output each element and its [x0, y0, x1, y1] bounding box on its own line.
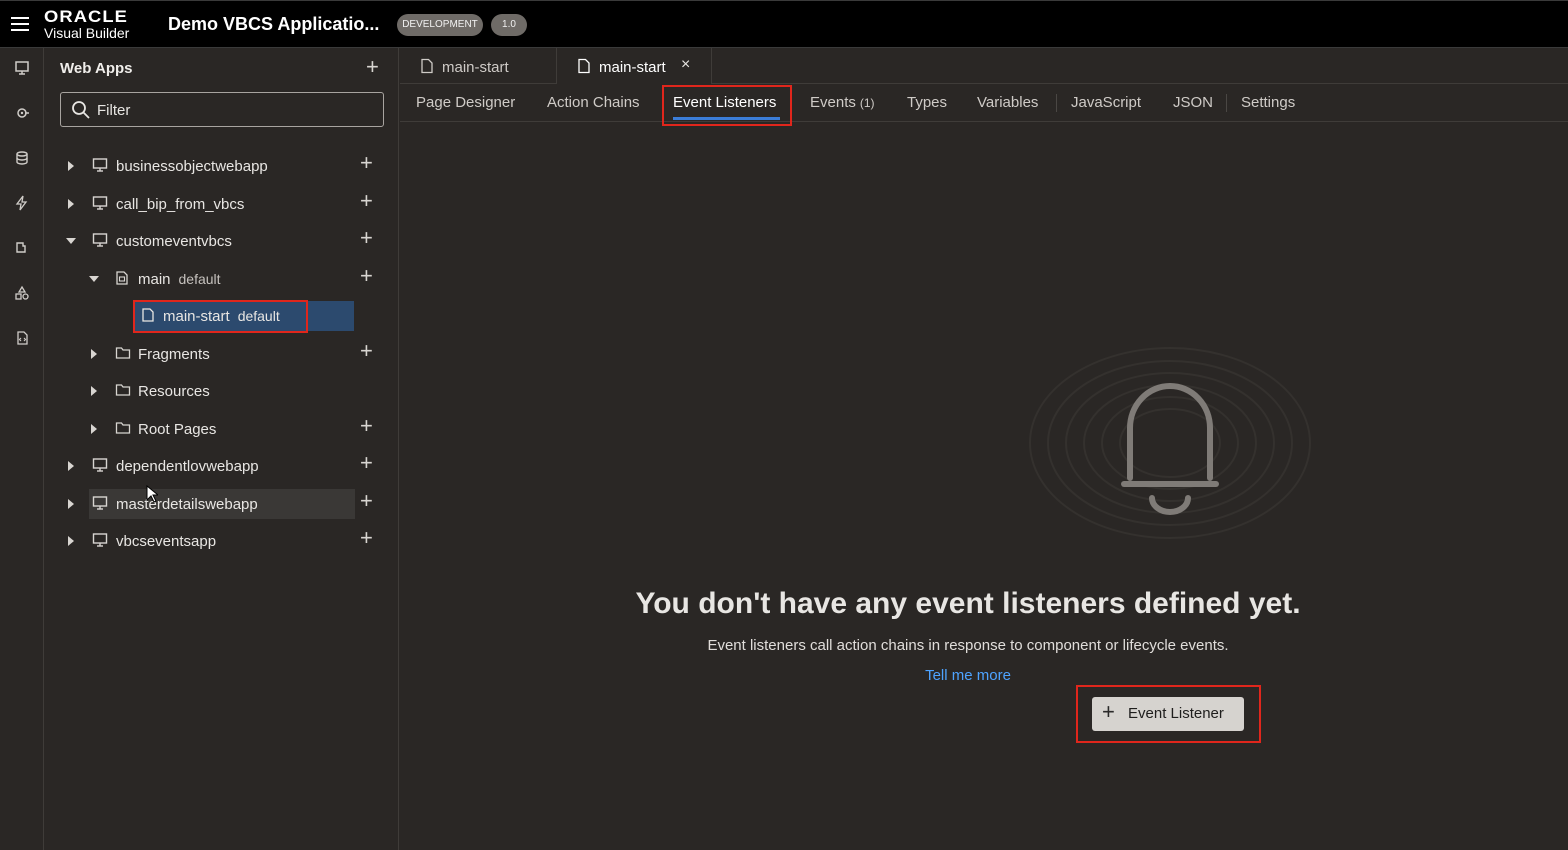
tab-action-chains[interactable]: Action Chains — [547, 94, 640, 111]
monitor-icon — [92, 158, 108, 172]
collapse-arrow-icon[interactable] — [89, 276, 99, 282]
mouse-cursor-icon — [146, 485, 158, 503]
top-bar: ORACLE Visual Builder Demo VBCS Applicat… — [0, 0, 1568, 48]
add-button[interactable]: + — [360, 413, 373, 439]
tab-types[interactable]: Types — [907, 94, 947, 111]
close-tab-icon[interactable]: × — [681, 56, 690, 74]
file-tab-main-start[interactable]: main-start — [400, 48, 557, 84]
tree-item-fragments[interactable]: Fragments + — [44, 338, 399, 369]
tree-item-vbcseventsapp[interactable]: vbcseventsapp + — [44, 525, 399, 556]
tree-item-label: Fragments — [138, 346, 210, 363]
tree-item-businessobjectwebapp[interactable]: businessobjectwebapp + — [44, 150, 399, 181]
monitor-icon — [92, 196, 108, 210]
web-apps-navigator: Web Apps + businessobjectwebapp + call_b… — [44, 48, 399, 850]
app-title[interactable]: Demo VBCS Applicatio... — [168, 14, 379, 35]
filter-field[interactable] — [60, 92, 384, 127]
monitor-icon[interactable] — [12, 60, 32, 80]
tab-separator — [1226, 94, 1227, 112]
page-icon — [578, 58, 590, 74]
tree-item-label: masterdetailswebapp — [116, 496, 258, 513]
navigator-title: Web Apps — [60, 60, 133, 77]
folder-icon — [115, 384, 131, 396]
version-badge[interactable]: 1.0 — [491, 14, 527, 36]
oracle-logo: ORACLE — [44, 7, 129, 26]
tree-item-dependentlovwebapp[interactable]: dependentlovwebapp + — [44, 450, 399, 481]
tab-json[interactable]: JSON — [1173, 94, 1213, 111]
add-button[interactable]: + — [360, 188, 373, 214]
add-button[interactable]: + — [360, 338, 373, 364]
product-name: Visual Builder — [44, 25, 130, 41]
service-icon[interactable] — [12, 105, 32, 125]
flow-icon — [116, 271, 128, 285]
page-icon — [421, 58, 433, 74]
monitor-icon — [92, 496, 108, 510]
shapes-icon[interactable] — [12, 285, 32, 305]
tab-javascript[interactable]: JavaScript — [1071, 94, 1141, 111]
highlight-box — [133, 300, 308, 333]
source-file-icon[interactable] — [12, 330, 32, 350]
hamburger-menu-icon[interactable] — [11, 17, 29, 31]
expand-arrow-icon[interactable] — [68, 499, 74, 509]
file-tabs: main-start main-start × — [400, 48, 1568, 84]
add-button[interactable]: + — [360, 450, 373, 476]
tree-item-masterdetailswebapp[interactable]: masterdetailswebapp + — [44, 488, 399, 519]
add-button[interactable]: + — [360, 225, 373, 251]
file-tab-label: main-start — [599, 59, 666, 76]
folder-icon — [115, 422, 131, 434]
editor-area: main-start main-start × Page Designer Ac… — [400, 48, 1568, 850]
file-tab-label: main-start — [442, 59, 509, 76]
expand-arrow-icon[interactable] — [68, 161, 74, 171]
lightning-icon[interactable] — [12, 195, 32, 215]
tree-item-label: businessobjectwebapp — [116, 158, 268, 175]
filter-input[interactable] — [97, 100, 377, 120]
tree-item-root-pages[interactable]: Root Pages + — [44, 413, 399, 444]
editor-sub-tabs: Page Designer Action Chains Event Listen… — [400, 84, 1568, 122]
expand-arrow-icon[interactable] — [68, 461, 74, 471]
tree-item-label: Resources — [138, 383, 210, 400]
expand-arrow-icon[interactable] — [91, 349, 97, 359]
add-button[interactable]: + — [360, 263, 373, 289]
tree-item-label: customeventvbcs — [116, 233, 232, 250]
bell-illustration-icon — [1029, 347, 1311, 539]
monitor-icon — [92, 533, 108, 547]
tree-item-label: main default — [138, 271, 221, 288]
tree-item-label: Root Pages — [138, 421, 217, 438]
environment-badge[interactable]: DEVELOPMENT — [397, 14, 483, 36]
expand-arrow-icon[interactable] — [68, 536, 74, 546]
tree-item-main[interactable]: main default + — [44, 263, 399, 294]
tree-item-customeventvbcs[interactable]: customeventvbcs + — [44, 225, 399, 256]
add-button[interactable]: + — [360, 150, 373, 176]
empty-state-title: You don't have any event listeners defin… — [635, 587, 1301, 620]
tab-settings[interactable]: Settings — [1241, 94, 1295, 111]
tab-page-designer[interactable]: Page Designer — [416, 94, 515, 111]
expand-arrow-icon[interactable] — [68, 199, 74, 209]
add-button[interactable]: + — [360, 525, 373, 551]
tree-item-call-bip-from-vbcs[interactable]: call_bip_from_vbcs + — [44, 188, 399, 219]
expand-arrow-icon[interactable] — [91, 386, 97, 396]
add-button[interactable]: + — [360, 488, 373, 514]
add-web-app-button[interactable]: + — [366, 54, 379, 80]
tree-item-label: call_bip_from_vbcs — [116, 196, 245, 213]
expand-arrow-icon[interactable] — [91, 424, 97, 434]
tab-variables[interactable]: Variables — [977, 94, 1038, 111]
tree-item-resources[interactable]: Resources — [44, 376, 399, 406]
tab-separator — [1056, 94, 1057, 112]
empty-state-description: Event listeners call action chains in re… — [707, 637, 1229, 654]
highlight-box — [1076, 685, 1261, 743]
collapse-arrow-icon[interactable] — [66, 238, 76, 244]
highlight-box — [662, 85, 792, 126]
activity-rail — [0, 48, 44, 850]
tree-item-label: vbcseventsapp — [116, 533, 217, 550]
monitor-icon — [92, 458, 108, 472]
tab-events[interactable]: Events (1) — [810, 94, 875, 111]
database-icon[interactable] — [12, 150, 32, 170]
tree-item-label: dependentlovwebapp — [116, 458, 259, 475]
file-tab-main-start-active[interactable]: main-start × — [557, 48, 712, 84]
search-icon — [72, 101, 90, 119]
component-icon[interactable] — [12, 240, 32, 260]
folder-icon — [115, 347, 131, 359]
monitor-icon — [92, 233, 108, 247]
tell-me-more-link[interactable]: Tell me more — [0, 667, 1536, 684]
